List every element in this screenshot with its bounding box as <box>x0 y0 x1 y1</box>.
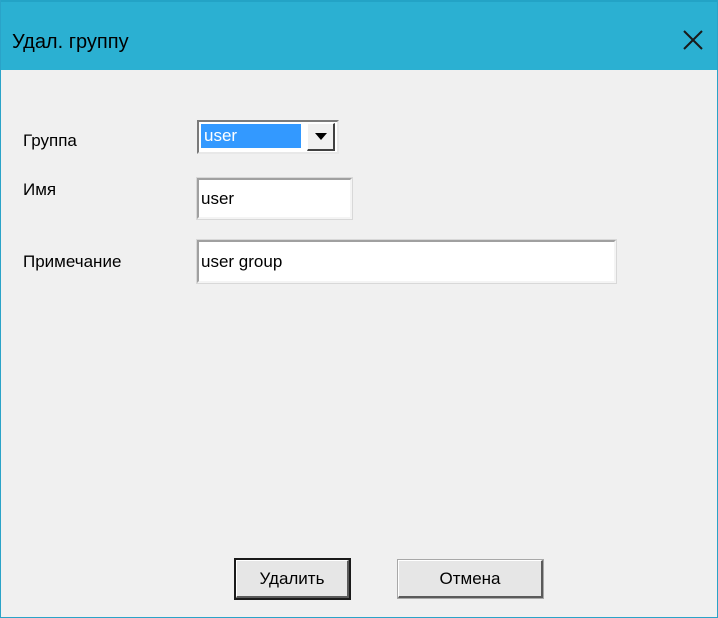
name-label: Имя <box>23 180 57 199</box>
note-label: Примечание <box>23 252 122 271</box>
group-select-value: user <box>201 124 301 148</box>
delete-button[interactable]: Удалить <box>234 558 351 600</box>
note-input[interactable] <box>196 239 617 284</box>
group-label: Группа <box>23 131 77 150</box>
name-input[interactable] <box>196 177 353 220</box>
group-select[interactable]: user <box>197 120 339 154</box>
cancel-button[interactable]: Отмена <box>397 559 544 599</box>
dialog-title: Удал. группу <box>12 31 129 53</box>
title-bar[interactable]: Удал. группу <box>1 0 717 70</box>
group-select-dropdown-button[interactable] <box>307 123 335 151</box>
chevron-down-icon <box>315 133 327 140</box>
close-button[interactable] <box>673 20 713 60</box>
close-icon <box>683 30 703 50</box>
delete-group-dialog: Удал. группу Группа user Имя Примечание … <box>0 0 718 618</box>
